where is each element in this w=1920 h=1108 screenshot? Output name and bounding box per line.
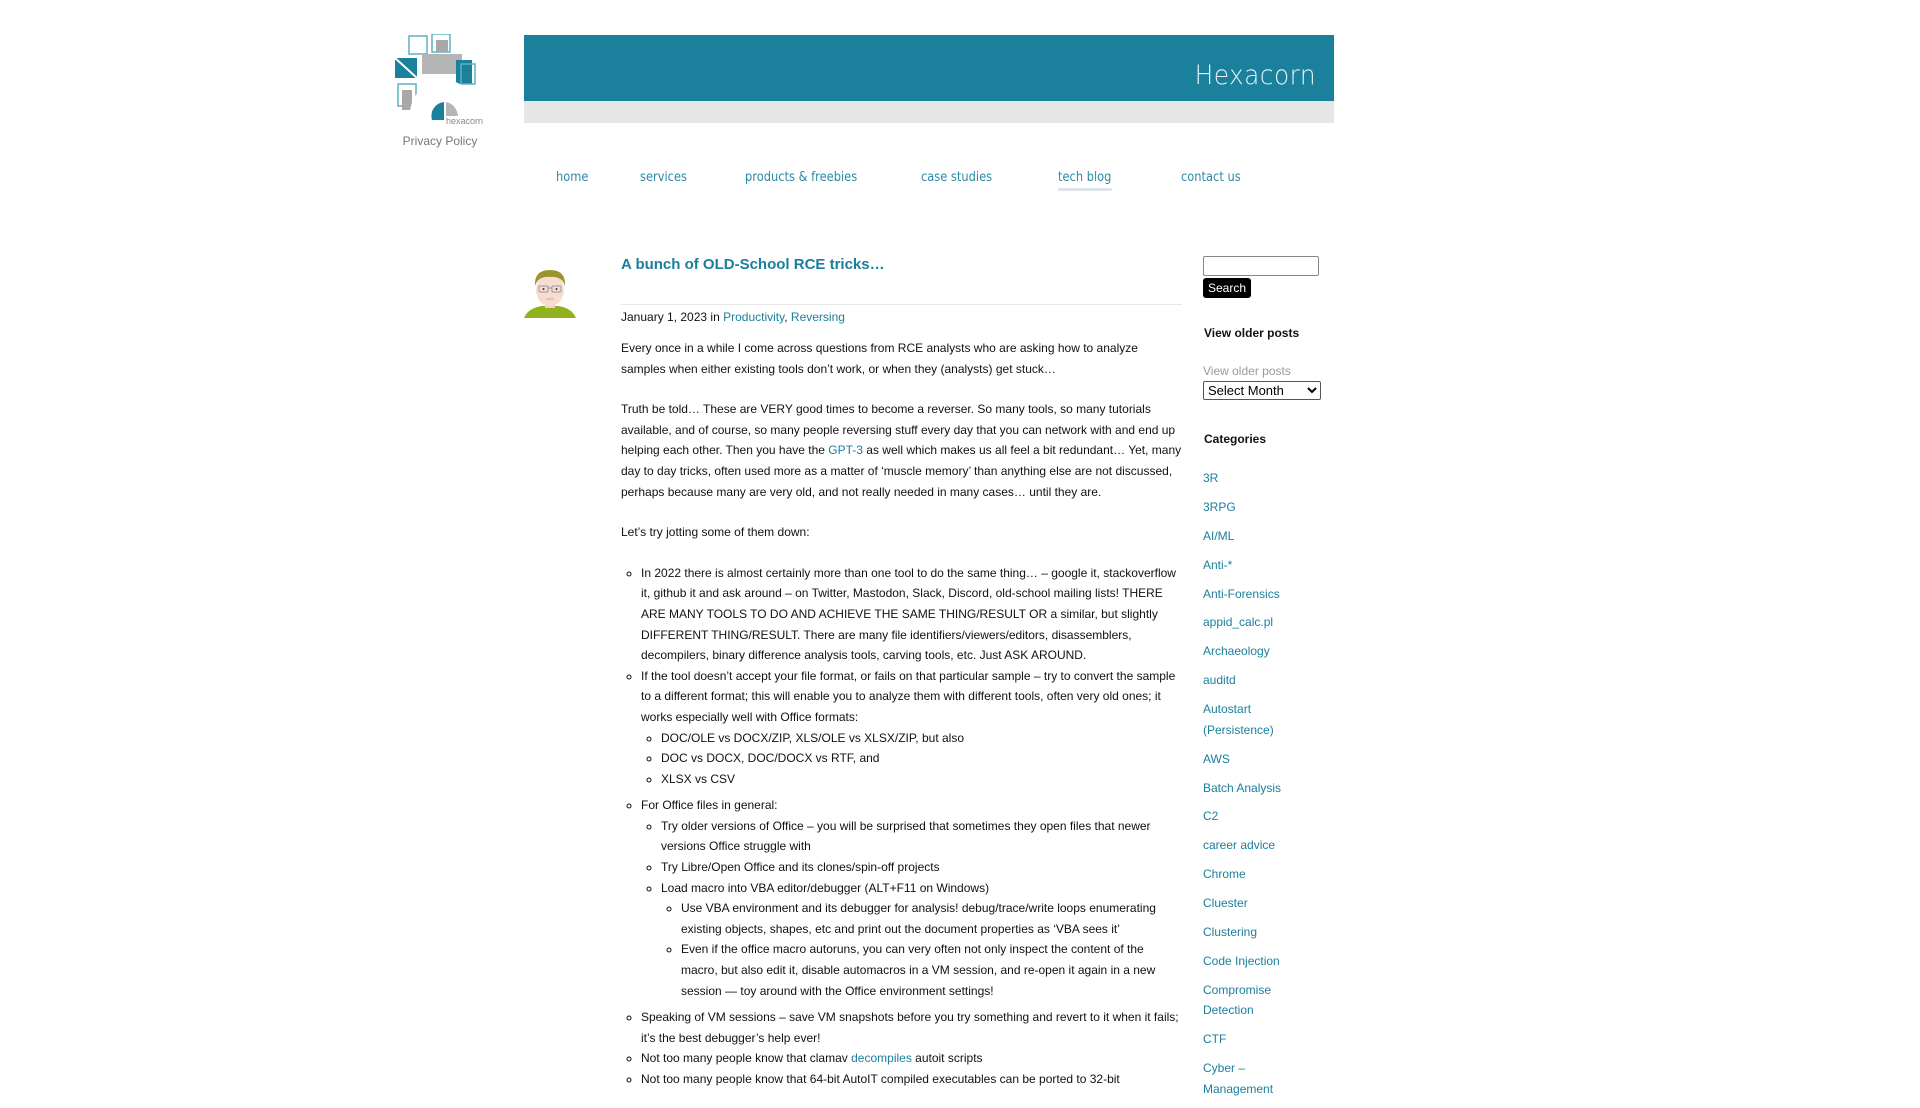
category-ctf[interactable]: CTF xyxy=(1203,1032,1226,1046)
tricks-list: In 2022 there is almost certainly more t… xyxy=(621,563,1182,1090)
category-clustering[interactable]: Clustering xyxy=(1203,925,1257,939)
category-cyber-management[interactable]: Cyber – Management xyxy=(1203,1061,1273,1096)
search-button[interactable]: Search xyxy=(1203,278,1252,298)
nav-tech-blog[interactable]: tech blog xyxy=(1058,170,1111,191)
category-chrome[interactable]: Chrome xyxy=(1203,867,1246,881)
svg-text:hexacorn: hexacorn xyxy=(446,116,483,126)
list-item: Use VBA environment and its debugger for… xyxy=(681,898,1182,939)
older-posts-heading: View older posts xyxy=(1204,326,1300,340)
list-item: Not too many people know that clamav dec… xyxy=(641,1048,1182,1069)
list-item: Speaking of VM sessions – save VM snapsh… xyxy=(641,1007,1182,1048)
hexacorn-logo-icon: hexacorn xyxy=(394,33,483,148)
list-item: DOC vs DOCX, DOC/DOCX vs RTF, and xyxy=(661,748,1182,769)
category-auditd[interactable]: auditd xyxy=(1203,673,1236,687)
post-date: January 1, 2023 xyxy=(621,310,708,324)
header-banner-edge xyxy=(1330,48,1334,96)
list-item: Load macro into VBA editor/debugger (ALT… xyxy=(661,878,1182,1002)
nav-case-studies[interactable]: case studies xyxy=(921,170,992,185)
list-item: XLSX vs CSV xyxy=(661,769,1182,790)
nav-home[interactable]: home xyxy=(556,170,588,185)
author-avatar xyxy=(524,264,576,318)
category-anti[interactable]: Anti-* xyxy=(1203,558,1232,572)
privacy-policy-link[interactable]: Privacy Policy xyxy=(394,134,486,148)
nav-products-freebies[interactable]: products & freebies xyxy=(745,170,857,185)
category-code-injection[interactable]: Code Injection xyxy=(1203,954,1280,968)
author-avatar-icon xyxy=(524,270,576,318)
post-meta: January 1, 2023 in Productivity, Reversi… xyxy=(621,310,845,324)
decompiles-link[interactable]: decompiles xyxy=(851,1051,912,1065)
post-in: in xyxy=(710,310,720,324)
category-compromise-detection[interactable]: Compromise Detection xyxy=(1203,983,1271,1018)
category-appid-calc[interactable]: appid_calc.pl xyxy=(1203,615,1273,629)
category-aws[interactable]: AWS xyxy=(1203,752,1230,766)
category-autostart[interactable]: Autostart (Persistence) xyxy=(1203,702,1274,737)
category-c2[interactable]: C2 xyxy=(1203,809,1218,823)
post-title-link[interactable]: A bunch of OLD-School RCE tricks… xyxy=(621,256,885,273)
list-item: Not too many people know that 64-bit Aut… xyxy=(641,1069,1182,1090)
category-batch-analysis[interactable]: Batch Analysis xyxy=(1203,781,1281,795)
paragraph-jotting: Let’s try jotting some of them down: xyxy=(621,525,810,540)
paragraph-intro: Every once in a while I come across ques… xyxy=(621,341,1138,376)
older-posts-label: View older posts xyxy=(1203,364,1291,378)
header-strip xyxy=(524,101,1334,123)
list-item: Try older versions of Office – you will … xyxy=(661,816,1182,857)
brand-wordmark: Hexacorn xyxy=(1194,60,1316,91)
title-divider xyxy=(621,304,1182,305)
category-3r[interactable]: 3R xyxy=(1203,471,1218,485)
sidebar: Search View older posts View older posts… xyxy=(1203,256,1343,1108)
list-item: If the tool doesn’t accept your file for… xyxy=(641,666,1182,790)
list-item: In 2022 there is almost certainly more t… xyxy=(641,563,1182,666)
category-career-advice[interactable]: career advice xyxy=(1203,838,1275,852)
category-cluester[interactable]: Cluester xyxy=(1203,896,1248,910)
site-logo[interactable]: hexacorn xyxy=(394,33,494,148)
nav-contact-us[interactable]: contact us xyxy=(1181,170,1241,185)
gpt3-link[interactable]: GPT-3 xyxy=(828,443,863,457)
nav-services[interactable]: services xyxy=(640,170,687,185)
list-item: Try Libre/Open Office and its clones/spi… xyxy=(661,857,1182,878)
paragraph-truth: Truth be told… These are VERY good times… xyxy=(621,402,1182,499)
main-nav: home services products & freebies case s… xyxy=(0,170,1920,200)
category-archaeology[interactable]: Archaeology xyxy=(1203,644,1270,658)
list-item: For Office files in general: Try older v… xyxy=(641,795,1182,1001)
list-item: Even if the office macro autoruns, you c… xyxy=(681,939,1182,1001)
blog-post: A bunch of OLD-School RCE tricks… Januar… xyxy=(621,256,1182,1090)
categories-heading: Categories xyxy=(1204,432,1267,446)
list-item: DOC/OLE vs DOCX/ZIP, XLS/OLE vs XLSX/ZIP… xyxy=(661,728,1182,749)
category-ai-ml[interactable]: AI/ML xyxy=(1203,529,1234,543)
category-link-productivity[interactable]: Productivity xyxy=(723,310,784,324)
header-banner: Hexacorn xyxy=(524,35,1334,101)
month-select[interactable]: Select Month xyxy=(1203,381,1321,400)
categories-list: 3R 3RPG AI/ML Anti-* Anti-Forensics appi… xyxy=(1203,468,1293,1099)
category-link-reversing[interactable]: Reversing xyxy=(791,310,845,324)
category-anti-forensics[interactable]: Anti-Forensics xyxy=(1203,587,1280,601)
search-input[interactable] xyxy=(1203,256,1319,276)
category-3rpg[interactable]: 3RPG xyxy=(1203,500,1236,514)
